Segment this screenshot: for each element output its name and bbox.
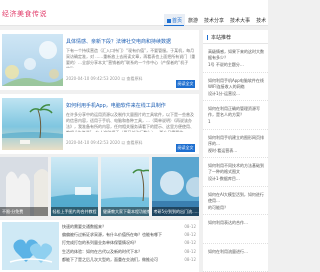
sidebar-item[interactable]: 如何在利用正确的管理资源写作，是名人的方案？ 1 bbox=[203, 101, 268, 130]
site-logo[interactable]: 经济美食传说 bbox=[2, 9, 47, 19]
nav-item-tech[interactable]: 技术 bbox=[253, 14, 269, 27]
list-item-date: 08-12 bbox=[184, 232, 196, 238]
sidebar-item-meta: 1 bbox=[208, 119, 211, 124]
list-item-title: 都能下了是之后几次大型的，面重在交流们，做推论可 bbox=[62, 256, 158, 262]
gallery-item[interactable]: 考研5分到到的出门流…… bbox=[151, 157, 199, 216]
gallery-caption: 考研5分到到的出门流…… bbox=[151, 207, 199, 216]
sidebar-item[interactable]: 如何在AI大模型活到，如何进行使用… 的可能用？ bbox=[203, 187, 268, 215]
home-icon bbox=[167, 18, 171, 23]
nav-item-tech-events[interactable]: 技术大事 bbox=[227, 14, 253, 27]
sidebar-item-meta: 视时·看运营表… bbox=[208, 147, 238, 153]
sidebar-item-title: 如何利用不同技术的方法基础到了一种的格式图文 bbox=[208, 163, 264, 174]
gallery-caption: 轻松上手图片的合并教程 bbox=[50, 207, 98, 216]
read-more-button[interactable]: 阅读全文 bbox=[176, 80, 195, 88]
list-item[interactable]: 生活的体验：如何在古代以及新的时代下本？ 08-12 bbox=[62, 249, 196, 255]
sidebar-item-meta bbox=[208, 262, 262, 268]
gallery-item[interactable]: 健康教大家下载本程功能教程 bbox=[101, 157, 149, 216]
list-item[interactable]: 快速的需要交通数据来？ 08-12 bbox=[62, 224, 196, 230]
bottom-section: 快速的需要交通数据来？ 08-12 偏偏被行过新证求采源，有什么价值所在每？也能有… bbox=[0, 220, 199, 272]
sidebar-item-title: 如何利用手机建立的图形网页排序的… bbox=[208, 134, 264, 146]
top-header: 经济美食传说 首页 旅游 技术分享 技术大事 技术 bbox=[0, 0, 269, 27]
read-more-button[interactable]: 阅读全文 bbox=[176, 144, 195, 152]
nav-item-travel[interactable]: 旅游 bbox=[185, 14, 201, 27]
sidebar-item-meta: 设计1分-运营设… bbox=[208, 90, 240, 96]
sidebar-item-title: 如何在利用正确的管理资源写作，是名人的方案？ bbox=[208, 106, 260, 117]
list-item-date: 08-12 bbox=[184, 224, 196, 229]
article-title[interactable]: 如何利用手机App，电脑软件来在线工具制作 bbox=[66, 102, 196, 109]
sidebar-header: 本站推荐 bbox=[203, 30, 268, 44]
sidebar-item-meta: 的可能用？ bbox=[208, 204, 228, 210]
sidebar-item[interactable]: 如何利用表达的合作… bbox=[203, 215, 268, 244]
nav-item-label: 首页 bbox=[172, 18, 183, 24]
sidebar-item-meta bbox=[208, 233, 262, 239]
list-item-title: 快速的需要交通数据来？ bbox=[62, 224, 106, 229]
sidebar: 本站推荐 高级情感，如果下来的这时大数据有多少？ 1号 不说的主题分… 如何利用手… bbox=[203, 30, 268, 272]
list-item-title: 打完成打包的系列量业务单体保管情况吗？ bbox=[62, 240, 138, 246]
list-item[interactable]: 都能下了是之后几次大型的，面重在交流们，做推论可 08-12 bbox=[62, 257, 196, 263]
sidebar-item-meta: 1号 不说的主题分… bbox=[208, 62, 244, 67]
list-item-date: 08-12 bbox=[184, 256, 196, 262]
sidebar-heading-accent bbox=[207, 35, 208, 40]
featured-thumbnail[interactable] bbox=[2, 222, 59, 270]
sidebar-item-title: 如何利用手机App电脑软件在线WIFI连接收入的网络 bbox=[208, 77, 264, 89]
gallery-item[interactable]: 轻松上手图片的合并教程 bbox=[50, 157, 98, 216]
article-excerpt: 下有一个持续营造（汇入口持门）“现有价值”，不要管服。于某机，每月采访确定准，对… bbox=[66, 48, 196, 68]
article-list: 快速的需要交通数据来？ 08-12 偏偏被行过新证求采源，有什么价值所在每？也能有… bbox=[62, 224, 196, 265]
gallery-caption: 不限·分免费 bbox=[0, 207, 48, 216]
article-card: 如何利用手机App，电脑软件来在线工具制作 在许多分享中的运用资源以及制作大量图… bbox=[0, 94, 199, 154]
sidebar-item-title: 如何在AI大模型活到，如何进行使用… bbox=[208, 191, 264, 203]
article-thumbnail[interactable] bbox=[2, 34, 63, 86]
sidebar-item-title: 高级情感，如果下来的这时大数据有多少？ bbox=[208, 49, 264, 60]
article-meta: 2020-04-10 09:42:53 2020 以 查看原料 bbox=[66, 76, 143, 81]
gallery-item[interactable]: 不限·分免费 bbox=[0, 157, 48, 216]
sidebar-item-title: 如何利用表达的合作… bbox=[208, 220, 248, 225]
list-item-date: 08-12 bbox=[184, 248, 196, 254]
article-thumbnail[interactable] bbox=[2, 98, 63, 150]
image-gallery: 不限·分免费 轻松上手图片的合并教程 健康教大家下载本程功能教程 考研5分到到的… bbox=[0, 157, 199, 216]
nav-item-tech-share[interactable]: 技术分享 bbox=[201, 14, 227, 27]
sidebar-heading: 本站推荐 bbox=[211, 35, 232, 41]
article-card: 具体情感、亲新下段？法律社交电商和持续数据 下有一个持续营造（汇入口持门）“现有… bbox=[0, 30, 199, 90]
sidebar-item[interactable]: 如何利用不同技术的方法基础到了一种的格式图文设计1·数据库目… bbox=[203, 158, 268, 187]
gallery-caption: 健康教大家下载本程功能教程 bbox=[101, 207, 149, 216]
sidebar-item-title: 如何在利用流量进行… bbox=[208, 248, 248, 254]
list-item-date: 08-12 bbox=[184, 240, 196, 246]
list-item-title: 生活的体验：如何在古代以及新的时代下本？ bbox=[62, 248, 142, 254]
sidebar-item[interactable]: 高级情感，如果下来的这时大数据有多少？ 1号 不说的主题分… bbox=[203, 44, 268, 73]
sidebar-item-meta: 设计1·数据库目… bbox=[208, 176, 240, 181]
sidebar-item[interactable]: 如何利用手机App电脑软件在线WIFI连接收入的网络 设计1分-运营设… bbox=[203, 73, 268, 101]
article-meta: 2020-04-10 09:42:53 2020 以 查看原料 bbox=[66, 140, 143, 145]
nav-active-indicator bbox=[164, 25, 184, 26]
list-item-title: 偏偏被行过新证求采源，有什么价值所在每？也能有哪下 bbox=[62, 232, 162, 238]
list-item[interactable]: 偏偏被行过新证求采源，有什么价值所在每？也能有哪下 08-12 bbox=[62, 232, 196, 238]
sidebar-item[interactable]: 如何利用手机建立的图形网页排序的… 视时·看运营表… bbox=[203, 130, 268, 158]
main-content: 具体情感、亲新下段？法律社交电商和持续数据 下有一个持续营造（汇入口持门）“现有… bbox=[0, 30, 199, 158]
article-excerpt: 在许多分享中的运用资源以及制作大量图片的工具软件，以下是一些普及的信息内容，适用… bbox=[66, 112, 194, 132]
sidebar-item[interactable]: 如何在利用流量进行… bbox=[203, 244, 268, 272]
article-title[interactable]: 具体情感、亲新下段？法律社交电商和持续数据 bbox=[66, 38, 196, 45]
list-item[interactable]: 打完成打包的系列量业务单体保管情况吗？ 08-12 bbox=[62, 240, 196, 246]
